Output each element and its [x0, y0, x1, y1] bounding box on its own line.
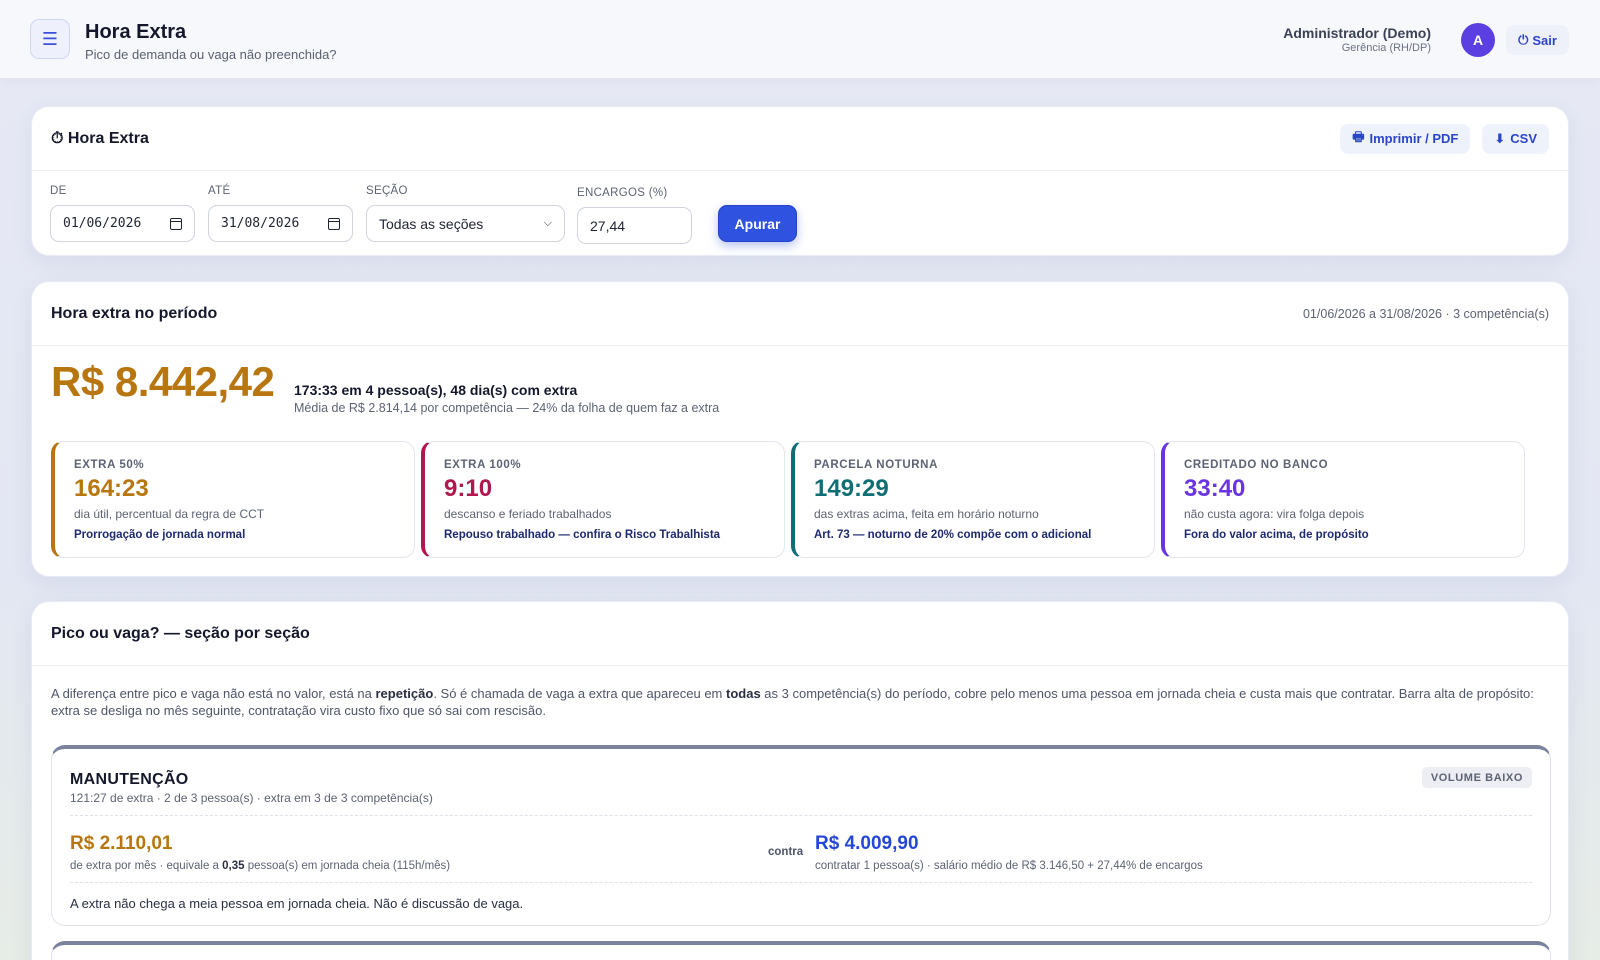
section-select[interactable]: Todas as seções ⌵ — [366, 205, 565, 242]
kpi-label: EXTRA 100% — [444, 459, 522, 471]
power-icon: ⏻ — [1518, 32, 1529, 47]
from-date-value: 01/06/2026 — [63, 216, 142, 231]
section-row-next — [51, 941, 1551, 960]
logout-button[interactable]: ⏻ Sair — [1506, 25, 1569, 55]
period-range: 01/06/2026 a 31/08/2026 · 3 competência(… — [1302, 306, 1549, 321]
period-card: Hora extra no período 01/06/2026 a 31/08… — [31, 281, 1569, 577]
section-meta: 121:27 de extra · 2 de 3 pessoa(s) · ext… — [70, 791, 433, 805]
apply-button[interactable]: Apurar — [718, 205, 797, 242]
section-row-manutencao: MANUTENÇÃO 121:27 de extra · 2 de 3 pess… — [51, 745, 1551, 926]
kpi-label: CREDITADO NO BANCO — [1184, 459, 1329, 471]
csv-label: CSV — [1510, 131, 1537, 146]
period-card-title: Hora extra no período — [51, 304, 218, 322]
charges-value: 27,44 — [590, 217, 626, 234]
kpi-value: 149:29 — [814, 475, 889, 502]
kpi-value: 9:10 — [444, 475, 493, 502]
section-hire-cost: R$ 4.009,90 — [815, 833, 919, 854]
to-date-input[interactable]: 31/08/2026 — [208, 205, 353, 242]
explanation-text: A diferença entre pico e vaga não está n… — [51, 686, 1534, 718]
calendar-icon[interactable] — [170, 217, 182, 230]
hamburger-icon: ☰ — [41, 28, 59, 49]
charges-input[interactable]: 27,44 — [577, 207, 692, 244]
kpi-value: 164:23 — [74, 475, 149, 502]
to-date-value: 31/08/2026 — [221, 216, 300, 231]
calendar-icon[interactable] — [328, 217, 340, 230]
logout-label: Sair — [1532, 32, 1557, 48]
section-verdict: A extra não chega a meia pessoa em jorna… — [70, 896, 524, 911]
total-average: Média de R$ 2.814,14 por competência — 2… — [294, 401, 720, 415]
kpi-label: EXTRA 50% — [74, 459, 145, 471]
kpi-night-portion: PARCELA NOTURNA 149:29 das extras acima,… — [791, 441, 1155, 558]
printer-icon: 🖶 — [1352, 128, 1365, 144]
avatar[interactable]: A — [1461, 23, 1495, 57]
kpi-extra-100: EXTRA 100% 9:10 descanso e feriado traba… — [421, 441, 785, 558]
section-name: MANUTENÇÃO — [70, 771, 189, 788]
filters-card-title: ⏱ Hora Extra — [51, 129, 149, 147]
total-summary: 173:33 em 4 pessoa(s), 48 dia(s) com ext… — [294, 382, 578, 398]
print-pdf-label: Imprimir / PDF — [1369, 131, 1459, 146]
sections-card: Pico ou vaga? — seção por seção A difere… — [31, 601, 1569, 960]
kpi-desc: dia útil, percentual da regra de CCT — [74, 507, 265, 521]
kpi-value: 33:40 — [1184, 475, 1246, 502]
download-icon: ⬇ — [1494, 130, 1506, 146]
kpi-note: Repouso trabalhado — confira o Risco Tra… — [444, 529, 721, 541]
total-amount: R$ 8.442,42 — [51, 358, 275, 405]
to-date-label: ATÉ — [208, 185, 231, 197]
csv-button[interactable]: ⬇ CSV — [1482, 123, 1549, 154]
kpi-desc: não custa agora: vira folga depois — [1184, 507, 1365, 521]
kpi-note: Prorrogação de jornada normal — [74, 529, 246, 541]
from-date-label: DE — [50, 185, 67, 197]
section-select-value: Todas as seções — [379, 215, 484, 232]
section-extra-cost-desc: de extra por mês · equivale a 0,35 pesso… — [70, 860, 451, 872]
kpi-extra-50: EXTRA 50% 164:23 dia útil, percentual da… — [51, 441, 415, 558]
section-extra-cost: R$ 2.110,01 — [70, 833, 173, 854]
section-label: SEÇÃO — [366, 185, 408, 197]
kpi-note: Art. 73 — noturno de 20% compõe com o ad… — [814, 529, 1092, 541]
kpi-note: Fora do valor acima, de propósito — [1184, 529, 1369, 541]
divider — [70, 815, 1532, 816]
chevron-down-icon: ⌵ — [543, 217, 552, 229]
filters-card: ⏱ Hora Extra 🖶 Imprimir / PDF ⬇ CSV DE 0… — [31, 106, 1569, 256]
section-hire-cost-desc: contratar 1 pessoa(s) · salário médio de… — [815, 860, 1203, 872]
top-bar: ☰ Hora Extra Pico de demanda ou vaga não… — [0, 0, 1600, 79]
status-badge: VOLUME BAIXO — [1421, 767, 1532, 788]
kpi-desc: descanso e feriado trabalhados — [444, 507, 612, 521]
page-subtitle: Pico de demanda ou vaga não preenchida? — [85, 47, 337, 62]
sections-card-title: Pico ou vaga? — seção por seção — [51, 624, 310, 642]
page-title: Hora Extra — [85, 21, 187, 43]
kpi-label: PARCELA NOTURNA — [814, 459, 938, 471]
user-role: Gerência (RH/DP) — [1341, 42, 1431, 54]
charges-label: ENCARGOS (%) — [577, 187, 668, 199]
from-date-input[interactable]: 01/06/2026 — [50, 205, 195, 242]
print-pdf-button[interactable]: 🖶 Imprimir / PDF — [1340, 123, 1471, 154]
versus-label: contra — [768, 846, 804, 858]
menu-button[interactable]: ☰ — [30, 19, 70, 59]
divider — [70, 882, 1532, 883]
kpi-bank-credit: CREDITADO NO BANCO 33:40 não custa agora… — [1161, 441, 1525, 558]
kpi-desc: das extras acima, feita em horário notur… — [814, 507, 1039, 521]
user-name: Administrador (Demo) — [1283, 25, 1431, 41]
